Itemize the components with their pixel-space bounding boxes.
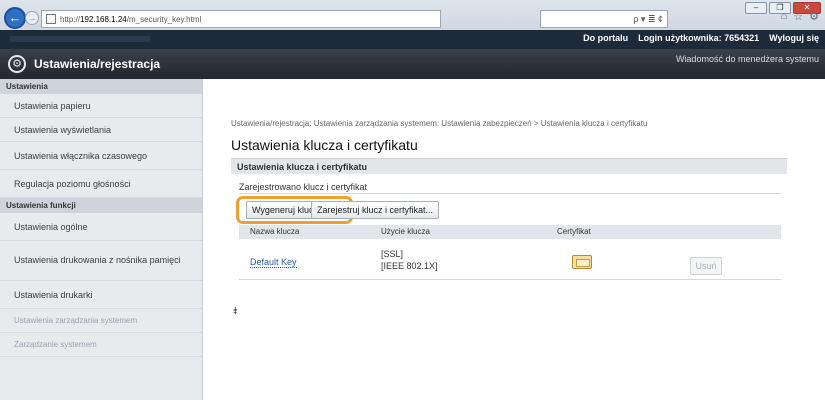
sidebar: Ustawienia Ustawienia papieru Ustawienia… bbox=[0, 79, 203, 400]
sidebar-item-display[interactable]: Ustawienia wyświetlania bbox=[0, 118, 202, 142]
section-header: Ustawienia klucza i certyfikatu bbox=[231, 158, 787, 174]
usage-ieee: [IEEE 802.1X] bbox=[381, 261, 438, 271]
key-usage-cell: [SSL] [IEEE 802.1X] bbox=[381, 248, 438, 272]
col-key-name: Nazwa klucza bbox=[250, 227, 300, 236]
admin-message-link[interactable]: Wiadomość do menedżera systemu bbox=[676, 54, 819, 64]
page-title: Ustawienia klucza i certyfikatu bbox=[231, 137, 418, 153]
settings-logo-icon: ⚙ bbox=[8, 55, 26, 73]
usage-ssl: [SSL] bbox=[381, 249, 404, 259]
forward-arrow-icon[interactable]: → bbox=[25, 11, 39, 25]
register-key-button[interactable]: Zarejestruj klucz i certyfikat... bbox=[311, 201, 440, 219]
login-info: Login użytkownika: 7654321 bbox=[638, 33, 760, 43]
col-key-usage: Użycie klucza bbox=[381, 227, 430, 236]
default-key-link[interactable]: Default Key bbox=[250, 257, 297, 268]
sidebar-item-system-mgmt-2[interactable]: Zarządzanie systemem bbox=[0, 333, 202, 357]
login-value: 7654321 bbox=[724, 33, 760, 43]
sidebar-item-general[interactable]: Ustawienia ogólne bbox=[0, 213, 202, 241]
sidebar-item-print-memory[interactable]: Ustawienia drukowania z nośnika pamięci bbox=[0, 241, 202, 281]
topbar-links: Do portalu Login użytkownika: 7654321 Wy… bbox=[583, 33, 819, 43]
browser-toolbar-icons: ⌂ ☆ ⚙ bbox=[781, 10, 819, 23]
table-header: Nazwa klucza Użycie klucza Certyfikat bbox=[239, 225, 781, 239]
page-icon bbox=[46, 14, 56, 24]
minimize-button[interactable]: ‒ bbox=[745, 2, 767, 14]
back-arrow-icon[interactable]: ← bbox=[4, 7, 26, 29]
app-title: Ustawienia/rejestracja bbox=[34, 57, 161, 71]
sidebar-item-timer[interactable]: Ustawienia włącznika czasowego bbox=[0, 142, 202, 170]
delete-button[interactable]: Usuń bbox=[690, 257, 722, 275]
row-divider bbox=[239, 279, 781, 280]
sidebar-section-settings: Ustawienia bbox=[0, 79, 202, 94]
star-icon[interactable]: ☆ bbox=[793, 10, 803, 23]
sidebar-item-printer[interactable]: Ustawienia drukarki bbox=[0, 281, 202, 309]
back-to-top-icon[interactable]: ⯒ bbox=[233, 304, 237, 321]
sidebar-section-functions: Ustawienia funkcji bbox=[0, 198, 202, 213]
breadcrumb: Ustawienia/rejestracja: Ustawienia zarzą… bbox=[231, 119, 648, 128]
search-refresh-icons[interactable]: ρ ▾ ≣ ¢ bbox=[633, 14, 663, 25]
main-content: Ustawienia/rejestracja: Ustawienia zarzą… bbox=[203, 79, 825, 400]
sidebar-item-paper[interactable]: Ustawienia papieru bbox=[0, 94, 202, 118]
browser-titlebar: ‒ ❐ ✕ ← → http://192.168.1.24/m_security… bbox=[0, 0, 825, 30]
certificate-icon[interactable] bbox=[572, 255, 592, 269]
sidebar-item-volume[interactable]: Regulacja poziomu głośności bbox=[0, 170, 202, 198]
app-header: ⚙ Ustawienia/rejestracja Wiadomość do me… bbox=[0, 49, 825, 79]
gear-icon[interactable]: ⚙ bbox=[809, 10, 819, 23]
divider bbox=[239, 193, 781, 194]
address-bar[interactable]: http://192.168.1.24/m_security_key.html bbox=[41, 10, 441, 28]
sidebar-item-system-mgmt[interactable]: Ustawienia zarządzania systemem bbox=[0, 309, 202, 333]
search-refresh-area[interactable]: ρ ▾ ≣ ¢ bbox=[540, 10, 668, 28]
home-icon[interactable]: ⌂ bbox=[781, 10, 788, 23]
url-text: http://192.168.1.24/m_security_key.html bbox=[60, 14, 202, 24]
col-certificate: Certyfikat bbox=[557, 227, 591, 236]
registered-label: Zarejestrowano klucz i certyfikat bbox=[239, 182, 368, 192]
blurred-device-name bbox=[10, 36, 150, 42]
logout-link[interactable]: Wyloguj się bbox=[769, 33, 819, 43]
app-topbar: Do portalu Login użytkownika: 7654321 Wy… bbox=[0, 30, 825, 49]
portal-link[interactable]: Do portalu bbox=[583, 33, 628, 43]
